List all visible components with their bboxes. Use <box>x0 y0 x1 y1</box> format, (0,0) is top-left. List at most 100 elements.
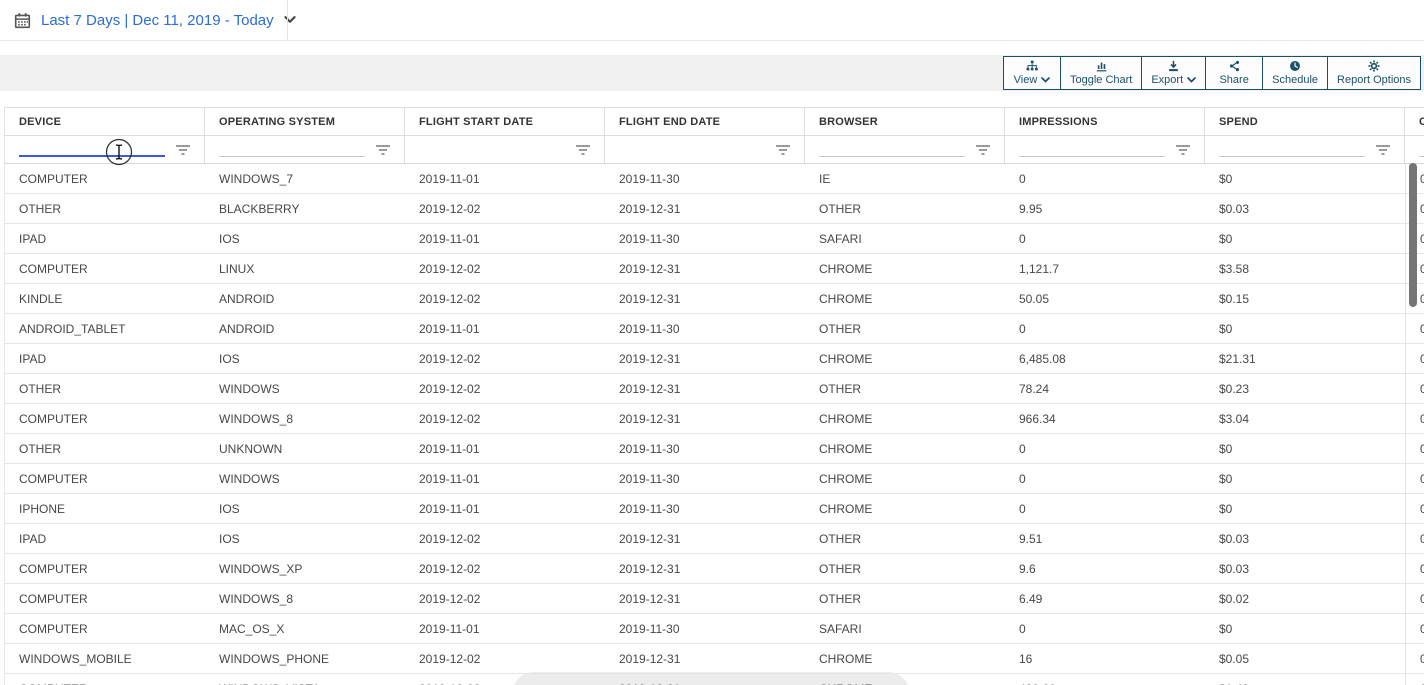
vertical-scrollbar-thumb[interactable] <box>1409 163 1417 307</box>
table-cell: $0.05 <box>1205 644 1405 673</box>
column-header-flight-start-date[interactable]: FLIGHT START DATE <box>405 108 605 135</box>
table-cell: WINDOWS <box>205 464 405 493</box>
table-cell: 2019-11-01 <box>405 494 605 523</box>
table-row[interactable]: IPADIOS2019-11-012019-11-30SAFARI0$00 <box>5 224 1424 254</box>
filter-cell-device <box>5 136 205 163</box>
table-row[interactable]: KINDLEANDROID2019-12-022019-12-31CHROME5… <box>5 284 1424 314</box>
table-cell: 0 <box>1405 314 1424 343</box>
filter-icon[interactable] <box>375 144 391 156</box>
table-row[interactable]: OTHERUNKNOWN2019-11-012019-11-30CHROME0$… <box>5 434 1424 464</box>
toggle-chart-button[interactable]: Toggle Chart <box>1060 56 1142 90</box>
table-cell: CHROME <box>805 284 1005 313</box>
column-header-label: OPERATING SYSTEM <box>219 116 335 128</box>
table-cell: 2019-12-31 <box>605 254 805 283</box>
table-row[interactable]: IPADIOS2019-12-022019-12-31OTHER9.51$0.0… <box>5 524 1424 554</box>
report-options-button-label: Report Options <box>1337 74 1411 86</box>
table-row[interactable]: COMPUTERWINDOWS_82019-12-022019-12-31CHR… <box>5 404 1424 434</box>
column-header-impressions[interactable]: IMPRESSIONS <box>1005 108 1205 135</box>
filter-icon[interactable] <box>975 144 991 156</box>
column-header-browser[interactable]: BROWSER <box>805 108 1005 135</box>
table-cell: 2019-11-30 <box>605 464 805 493</box>
filter-icon[interactable] <box>1175 144 1191 156</box>
table-cell: 2019-12-31 <box>605 404 805 433</box>
table-row[interactable]: IPADIOS2019-12-022019-12-31CHROME6,485.0… <box>5 344 1424 374</box>
table-cell: MAC_OS_X <box>205 614 405 643</box>
table-cell: 0 <box>1405 374 1424 403</box>
table-row[interactable]: IPHONEIOS2019-11-012019-11-30CHROME0$00 <box>5 494 1424 524</box>
column-header-operating-system[interactable]: OPERATING SYSTEM <box>205 108 405 135</box>
table-cell: IPAD <box>5 344 205 373</box>
table-cell: 420.66 <box>1005 674 1205 685</box>
table-cell: SAFARI <box>805 224 1005 253</box>
toolbar-button-group: View Toggle Chart <box>1004 56 1421 90</box>
table-row[interactable]: COMPUTERLINUX2019-12-022019-12-31CHROME1… <box>5 254 1424 284</box>
table-cell: 2019-12-31 <box>605 284 805 313</box>
filter-icon[interactable] <box>775 144 791 156</box>
table-cell: SAFARI <box>805 614 1005 643</box>
clipped-filter-input[interactable] <box>1419 140 1424 157</box>
schedule-button[interactable]: Schedule <box>1262 56 1328 90</box>
table-row[interactable]: COMPUTERMAC_OS_X2019-11-012019-11-30SAFA… <box>5 614 1424 644</box>
table-cell: IOS <box>205 224 405 253</box>
table-row[interactable]: COMPUTERWINDOWS_XP2019-12-022019-12-31OT… <box>5 554 1424 584</box>
table-cell: 0 <box>1405 434 1424 463</box>
column-header-clipped[interactable]: C <box>1405 108 1424 135</box>
column-header-flight-end-date[interactable]: FLIGHT END DATE <box>605 108 805 135</box>
column-header-label: FLIGHT END DATE <box>619 116 720 128</box>
table-row[interactable]: COMPUTERWINDOWS2019-11-012019-11-30CHROM… <box>5 464 1424 494</box>
share-button[interactable]: Share <box>1205 56 1263 90</box>
column-header-spend[interactable]: SPEND <box>1205 108 1405 135</box>
device-filter-input[interactable] <box>19 140 165 157</box>
table-cell: $0 <box>1205 464 1405 493</box>
table-cell: CHROME <box>805 464 1005 493</box>
report-options-button[interactable]: Report Options <box>1327 56 1421 90</box>
table-row[interactable]: COMPUTERWINDOWS_VISTA2019-12-022019-12-3… <box>5 674 1424 685</box>
column-header-label: SPEND <box>1219 116 1258 128</box>
filter-icon[interactable] <box>175 144 191 156</box>
table-cell: $0.15 <box>1205 284 1405 313</box>
filter-icon[interactable] <box>575 144 591 156</box>
report-table: DEVICE OPERATING SYSTEM FLIGHT START DAT… <box>4 107 1424 685</box>
table-cell: OTHER <box>5 434 205 463</box>
table-cell: 0 <box>1005 494 1205 523</box>
browser-filter-input[interactable] <box>819 140 965 157</box>
table-cell: $1.42 <box>1205 674 1405 685</box>
table-cell: 2019-12-02 <box>405 374 605 403</box>
table-row[interactable]: ANDROID_TABLETANDROID2019-11-012019-11-3… <box>5 314 1424 344</box>
impressions-filter-input[interactable] <box>1019 140 1165 157</box>
table-cell: 2019-11-01 <box>405 314 605 343</box>
table-row[interactable]: OTHERWINDOWS2019-12-022019-12-31OTHER78.… <box>5 374 1424 404</box>
table-cell: 6.49 <box>1005 584 1205 613</box>
table-row[interactable]: COMPUTERWINDOWS_82019-12-022019-12-31OTH… <box>5 584 1424 614</box>
table-cell: $21.31 <box>1205 344 1405 373</box>
table-cell: 2019-12-02 <box>405 344 605 373</box>
table-cell: 2019-11-30 <box>605 614 805 643</box>
table-cell: 2019-12-02 <box>405 584 605 613</box>
date-range-label: Last 7 Days | Dec 11, 2019 - Today <box>41 12 274 29</box>
view-button[interactable]: View <box>1003 56 1061 90</box>
table-cell: $0.23 <box>1205 374 1405 403</box>
operating-system-filter-input[interactable] <box>219 140 365 157</box>
export-button[interactable]: Export <box>1141 56 1206 90</box>
table-cell: COMPUTER <box>5 464 205 493</box>
table-cell: 0 <box>1005 464 1205 493</box>
table-row[interactable]: WINDOWS_MOBILEWINDOWS_PHONE2019-12-02201… <box>5 644 1424 674</box>
table-cell: 0 <box>1405 464 1424 493</box>
table-cell: WINDOWS_8 <box>205 404 405 433</box>
filter-icon[interactable] <box>1375 144 1391 156</box>
table-cell: 1,121.7 <box>1005 254 1205 283</box>
column-header-device[interactable]: DEVICE <box>5 108 205 135</box>
table-cell: IOS <box>205 494 405 523</box>
table-cell: ANDROID <box>205 314 405 343</box>
table-row[interactable]: OTHERBLACKBERRY2019-12-022019-12-31OTHER… <box>5 194 1424 224</box>
table-cell: 50.05 <box>1005 284 1205 313</box>
table-row[interactable]: COMPUTERWINDOWS_72019-11-012019-11-30IE0… <box>5 164 1424 194</box>
export-button-label: Export <box>1151 74 1183 86</box>
filter-cell-flight-end-date <box>605 136 805 163</box>
table-cell: IOS <box>205 344 405 373</box>
schedule-button-label: Schedule <box>1272 74 1318 86</box>
spend-filter-input[interactable] <box>1219 140 1365 157</box>
table-cell: 2019-12-31 <box>605 584 805 613</box>
date-range-picker[interactable]: Last 7 Days | Dec 11, 2019 - Today <box>14 0 296 40</box>
chevron-down-icon <box>284 16 296 24</box>
